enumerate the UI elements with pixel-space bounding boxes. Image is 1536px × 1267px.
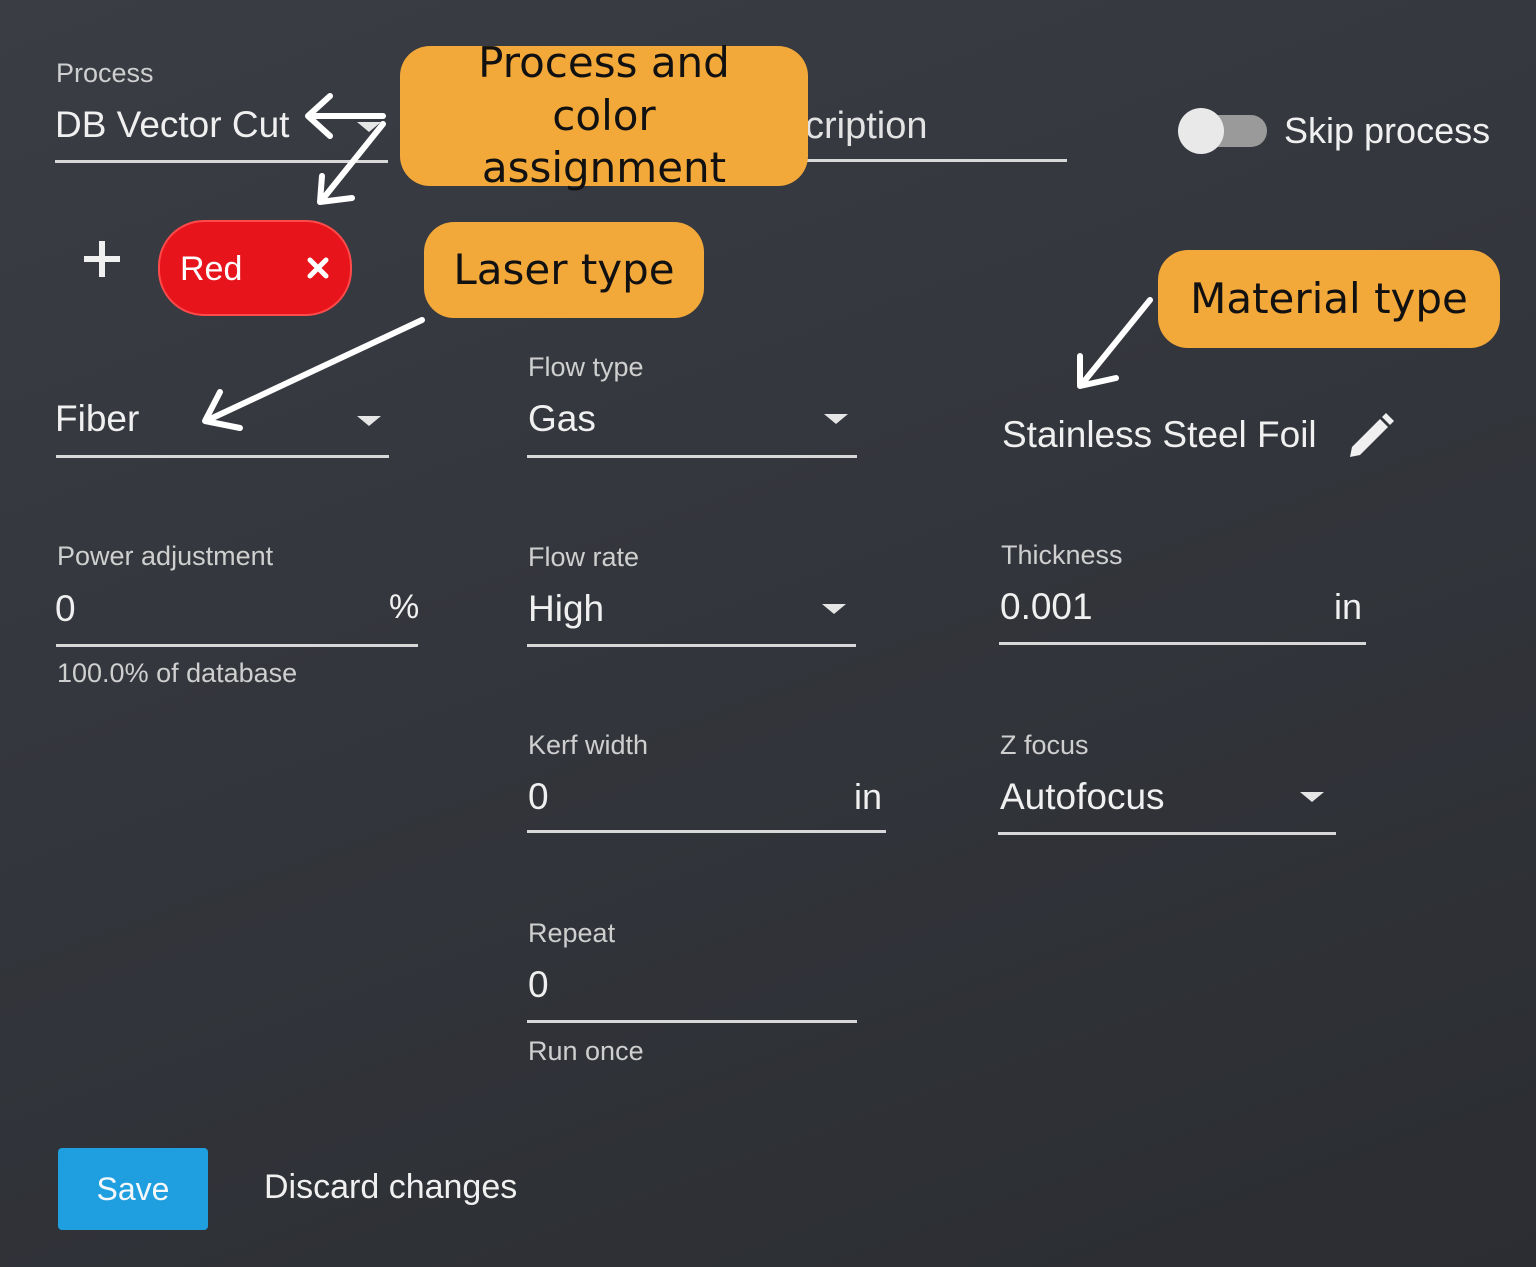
callout-laser-type-text: Laser type — [453, 244, 675, 294]
callout-laser-type: Laser type — [424, 222, 704, 318]
callout-process-color: Process and color assignment — [400, 38, 808, 192]
callout-process-color-text: Process and color assignment — [478, 38, 730, 193]
callout-material-type: Material type — [1158, 250, 1500, 348]
callout-material-type-text: Material type — [1190, 273, 1468, 323]
